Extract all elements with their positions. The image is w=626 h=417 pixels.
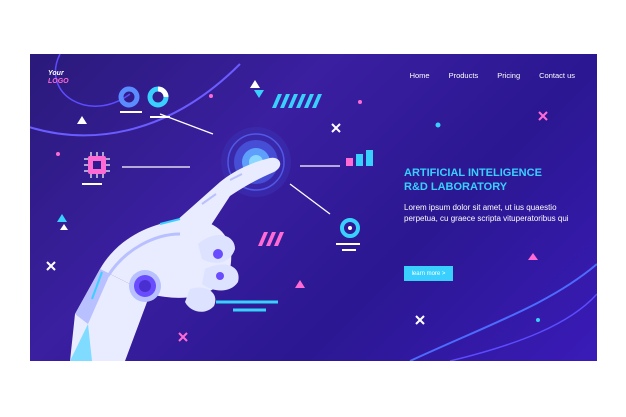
logo-line1: Your: [48, 70, 64, 77]
stripes-decoration: [272, 94, 322, 108]
triangle-icon: [250, 80, 260, 88]
bar-chart-icon: [346, 150, 373, 166]
triangle-icon: [57, 214, 67, 222]
headline-line2: R&D LABORATORY: [404, 181, 508, 193]
dot: [435, 122, 441, 128]
triangle-icon: [528, 253, 538, 260]
nav-pricing-link[interactable]: Pricing: [497, 71, 520, 80]
nav-products-link[interactable]: Products: [449, 71, 479, 80]
donut-chart-icon: [118, 86, 170, 118]
logo-line2: LOGO: [48, 78, 69, 85]
nav-home-link[interactable]: Home: [410, 71, 430, 80]
hero-body-text: Lorem ipsum dolor sit amet, ut ius quaes…: [404, 203, 569, 223]
triangle-icon: [77, 116, 87, 124]
top-nav: Home Products Pricing Contact us: [410, 71, 575, 80]
hero-headline: ARTIFICIAL INTELIGENCE R&D LABORATORY: [404, 166, 579, 194]
dot: [56, 152, 60, 156]
stripes-decoration: [258, 232, 284, 246]
triangle-icon: [295, 280, 305, 288]
logo[interactable]: Your LOGO: [48, 70, 69, 86]
nav-contact-link[interactable]: Contact us: [539, 71, 575, 80]
target-icon: [336, 218, 360, 251]
curve-line: [449, 293, 597, 361]
chip-icon: [82, 152, 110, 185]
triangle-icon: [60, 224, 68, 230]
learn-more-button[interactable]: learn more >: [404, 266, 453, 281]
headline-line1: ARTIFICIAL INTELIGENCE: [404, 167, 542, 179]
triangle-icon: [254, 90, 264, 98]
dot: [536, 318, 540, 322]
dot: [358, 100, 362, 104]
dot: [209, 94, 213, 98]
hero-banner: Your LOGO Home Products Pricing Contact …: [30, 54, 597, 361]
